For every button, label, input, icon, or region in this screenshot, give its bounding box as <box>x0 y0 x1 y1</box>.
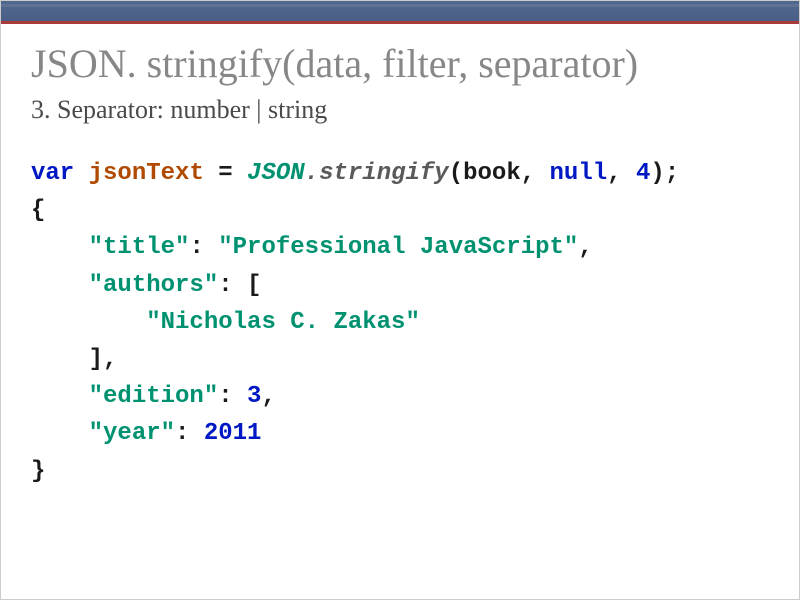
key-year: "year" <box>89 420 175 447</box>
comma: , <box>607 160 636 187</box>
semicolon: ; <box>665 160 679 187</box>
lbrace: { <box>31 197 45 224</box>
colon: : <box>189 234 203 261</box>
val-title: "Professional JavaScript" <box>218 234 578 261</box>
identifier: jsonText <box>89 160 204 187</box>
comma: , <box>521 160 550 187</box>
slide-subtitle: 3. Separator: number | string <box>31 95 769 125</box>
colon: : <box>218 272 232 299</box>
colon: : <box>175 420 189 447</box>
colon: : <box>218 383 232 410</box>
top-band <box>1 1 799 24</box>
rbracket: ] <box>89 346 103 373</box>
comma: , <box>578 234 592 261</box>
comma: , <box>103 346 117 373</box>
key-authors: "authors" <box>89 272 219 299</box>
class-json: JSON <box>247 160 305 187</box>
author-0: "Nicholas C. Zakas" <box>146 309 420 336</box>
lbracket: [ <box>247 272 261 299</box>
key-title: "title" <box>89 234 190 261</box>
val-edition: 3 <box>247 383 261 410</box>
dot: . <box>305 160 319 187</box>
slide-title: JSON. stringify(data, filter, separator) <box>31 41 769 87</box>
method-stringify: stringify <box>319 160 449 187</box>
arg-indent: 4 <box>636 160 650 187</box>
lparen: ( <box>449 160 463 187</box>
equals: = <box>204 160 247 187</box>
val-year: 2011 <box>204 420 262 447</box>
keyword-var: var <box>31 160 74 187</box>
code-block: var jsonText = JSON.stringify(book, null… <box>31 155 769 490</box>
slide: JSON. stringify(data, filter, separator)… <box>0 0 800 600</box>
rparen: ) <box>650 160 664 187</box>
rbrace: } <box>31 458 45 485</box>
arg-null: null <box>550 160 608 187</box>
arg-book: book <box>463 160 521 187</box>
comma: , <box>261 383 275 410</box>
key-edition: "edition" <box>89 383 219 410</box>
content-area: JSON. stringify(data, filter, separator)… <box>31 41 769 490</box>
